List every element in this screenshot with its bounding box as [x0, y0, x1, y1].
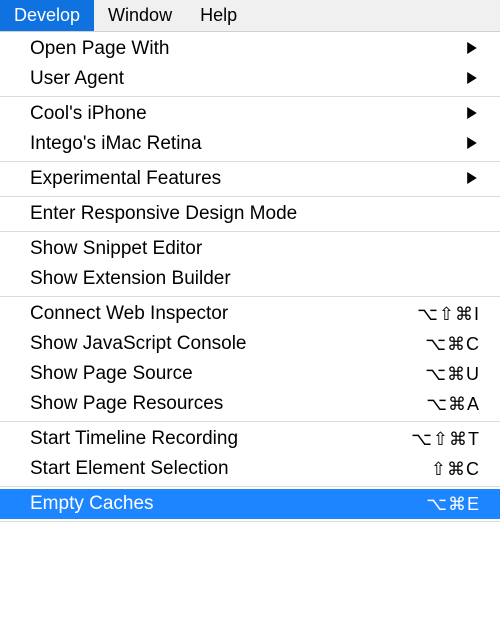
menu-integos-imac[interactable]: Intego's iMac Retina — [0, 129, 500, 159]
menu-shortcut: ⌥⌘A — [426, 394, 482, 415]
develop-menu: Open Page With User Agent Cool's iPhone … — [0, 32, 500, 522]
menubar: Develop Window Help — [0, 0, 500, 32]
menu-start-timeline-recording[interactable]: Start Timeline Recording ⌥⇧⌘T — [0, 424, 500, 454]
menu-open-page-with[interactable]: Open Page With — [0, 34, 500, 64]
menu-label: Enter Responsive Design Mode — [30, 203, 482, 225]
submenu-arrow-icon — [466, 133, 482, 155]
menu-label: Show Page Source — [30, 363, 425, 385]
menu-show-page-source[interactable]: Show Page Source ⌥⌘U — [0, 359, 500, 389]
menu-label: Connect Web Inspector — [30, 303, 417, 325]
menu-shortcut: ⌥⌘U — [425, 364, 482, 385]
menu-label: Empty Caches — [30, 493, 426, 515]
menu-empty-caches[interactable]: Empty Caches ⌥⌘E — [0, 489, 500, 519]
submenu-arrow-icon — [466, 103, 482, 125]
menu-label: Start Element Selection — [30, 458, 431, 480]
menu-show-js-console[interactable]: Show JavaScript Console ⌥⌘C — [0, 329, 500, 359]
menu-start-element-selection[interactable]: Start Element Selection ⇧⌘C — [0, 454, 500, 484]
menu-show-snippet-editor[interactable]: Show Snippet Editor — [0, 234, 500, 264]
menu-user-agent[interactable]: User Agent — [0, 64, 500, 94]
menu-label: Open Page With — [30, 38, 466, 60]
menu-label: Show Page Resources — [30, 393, 426, 415]
menubar-help[interactable]: Help — [186, 0, 251, 31]
menu-label: Show Snippet Editor — [30, 238, 482, 260]
menu-shortcut: ⌥⌘C — [425, 334, 482, 355]
menu-shortcut: ⌥⇧⌘T — [411, 429, 482, 450]
menu-shortcut: ⇧⌘C — [431, 459, 482, 480]
menu-label: Cool's iPhone — [30, 103, 466, 125]
menu-show-page-resources[interactable]: Show Page Resources ⌥⌘A — [0, 389, 500, 419]
menu-shortcut: ⌥⌘E — [426, 494, 482, 515]
menu-separator — [0, 521, 500, 522]
menu-shortcut: ⌥⇧⌘I — [417, 304, 482, 325]
menu-label: Intego's iMac Retina — [30, 133, 466, 155]
submenu-arrow-icon — [466, 38, 482, 60]
menubar-develop[interactable]: Develop — [0, 0, 94, 31]
menu-cools-iphone[interactable]: Cool's iPhone — [0, 99, 500, 129]
menubar-window[interactable]: Window — [94, 0, 186, 31]
menu-label: Show JavaScript Console — [30, 333, 425, 355]
menu-enter-responsive[interactable]: Enter Responsive Design Mode — [0, 199, 500, 229]
menu-label: Show Extension Builder — [30, 268, 482, 290]
submenu-arrow-icon — [466, 168, 482, 190]
menu-label: Experimental Features — [30, 168, 466, 190]
menu-label: User Agent — [30, 68, 466, 90]
menu-label: Start Timeline Recording — [30, 428, 411, 450]
menu-show-extension-builder[interactable]: Show Extension Builder — [0, 264, 500, 294]
menu-experimental-features[interactable]: Experimental Features — [0, 164, 500, 194]
submenu-arrow-icon — [466, 68, 482, 90]
menu-connect-web-inspector[interactable]: Connect Web Inspector ⌥⇧⌘I — [0, 299, 500, 329]
